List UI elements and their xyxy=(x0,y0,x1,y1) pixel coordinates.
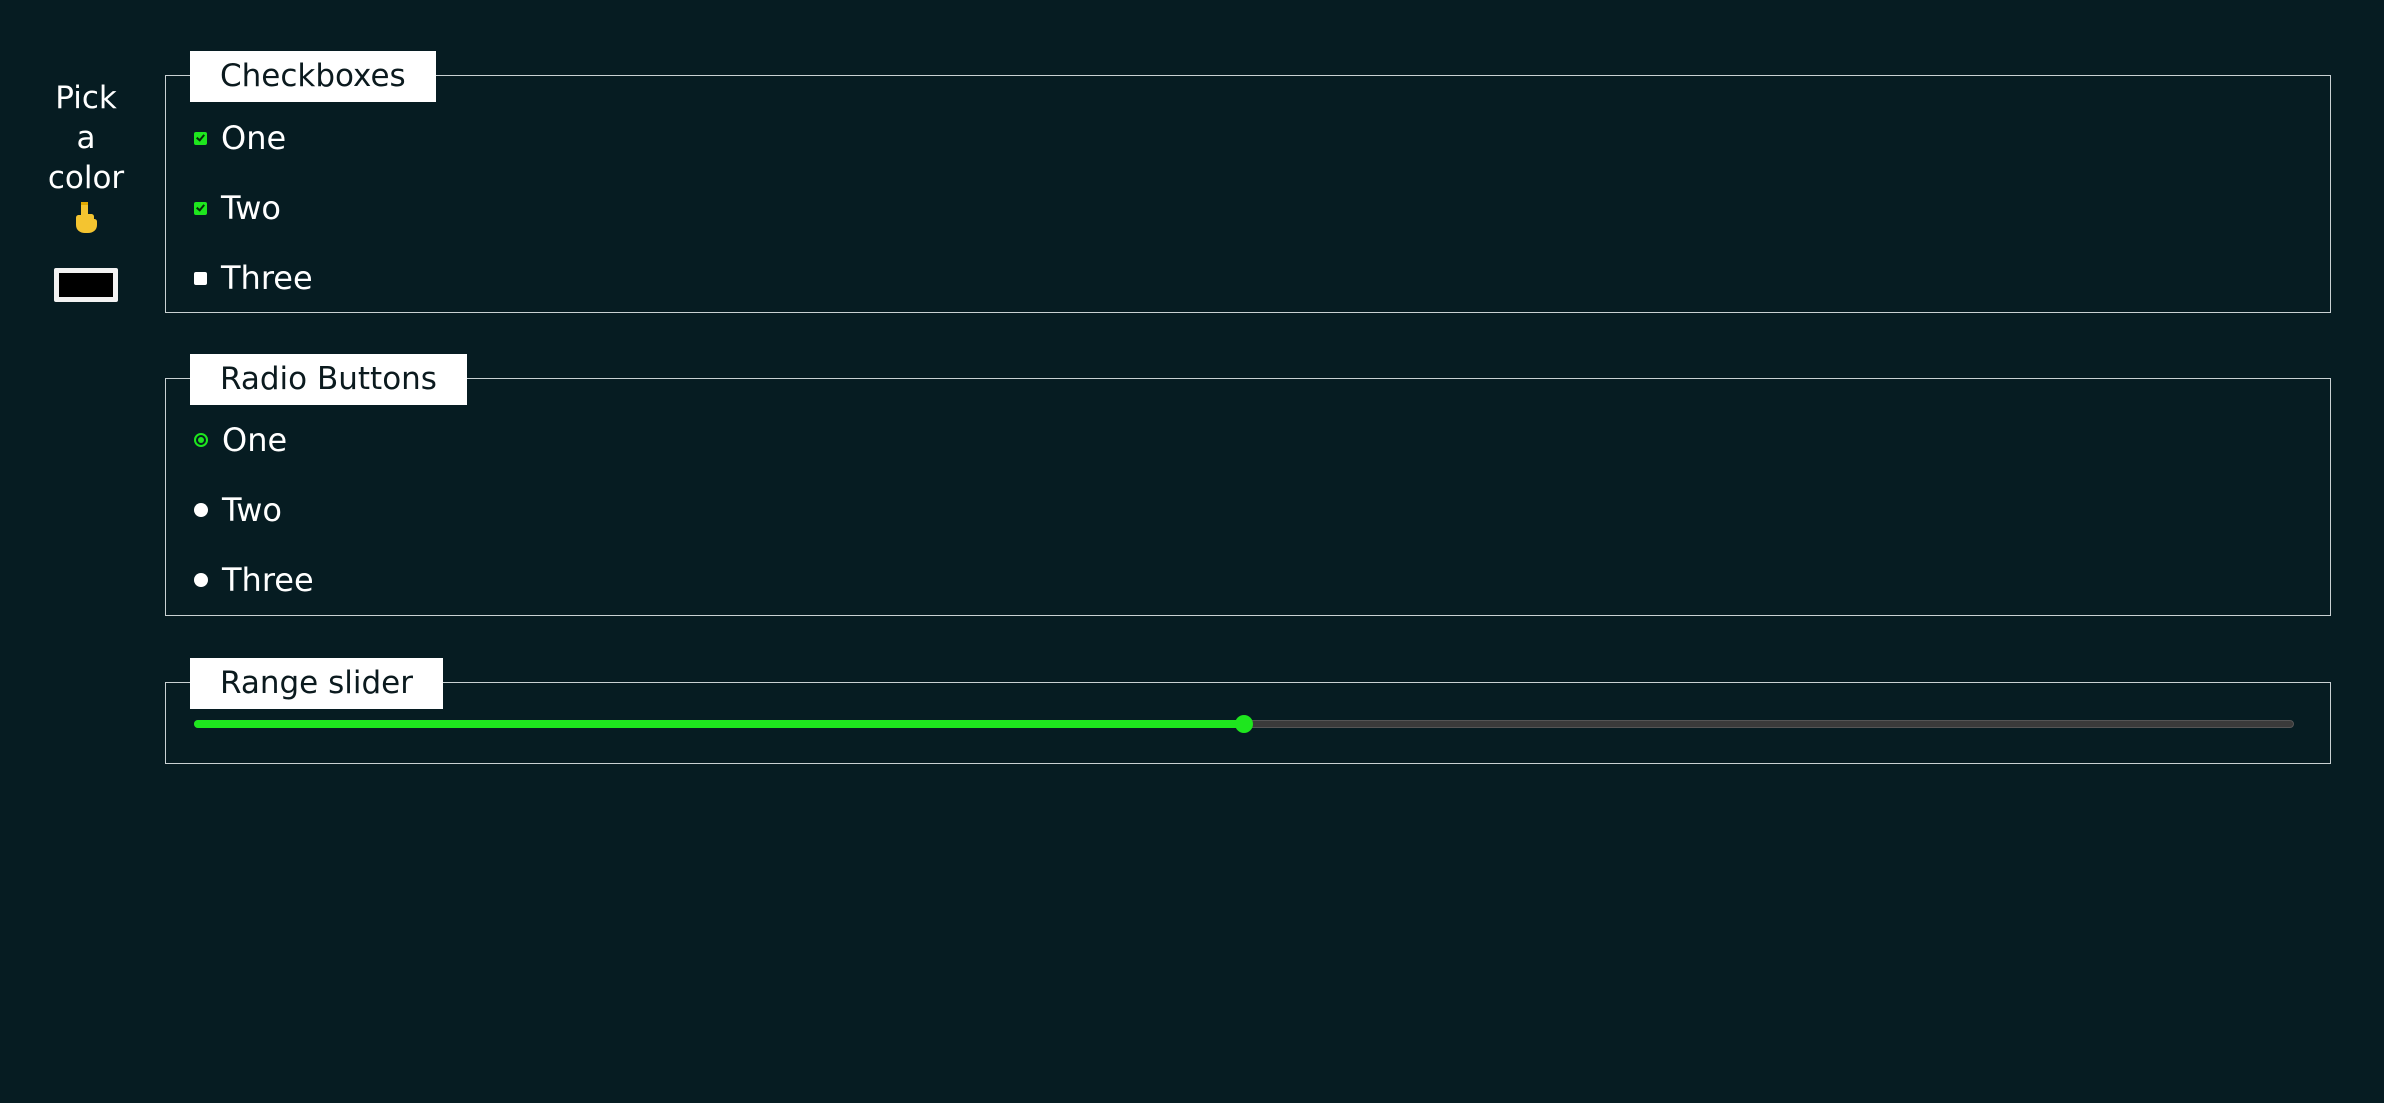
checkbox-control[interactable] xyxy=(194,201,207,215)
hand-pointing-down-icon xyxy=(76,202,97,233)
checkbox-option-two[interactable]: Two xyxy=(194,186,281,230)
color-picker-panel: Pick a color xyxy=(38,78,134,302)
checkbox-label: One xyxy=(221,119,287,157)
radio-control[interactable] xyxy=(194,433,208,447)
radio-option-three[interactable]: Three xyxy=(194,558,314,602)
range-slider-legend: Range slider xyxy=(190,658,443,709)
color-swatch-input[interactable] xyxy=(54,268,118,302)
checkboxes-fieldset: Checkboxes One Two Three xyxy=(165,51,2331,313)
radio-option-one[interactable]: One xyxy=(194,418,287,462)
radio-label: Three xyxy=(222,561,314,599)
pick-color-label-line: Pick xyxy=(55,80,117,116)
radio-control[interactable] xyxy=(194,573,208,587)
pick-color-label: Pick a color xyxy=(38,78,134,198)
slider-fill xyxy=(194,720,1244,728)
radio-buttons-fieldset: Radio Buttons One Two Three xyxy=(165,354,2331,616)
checkbox-label: Three xyxy=(221,259,313,297)
radio-control[interactable] xyxy=(194,503,208,517)
slider-thumb[interactable] xyxy=(1235,715,1253,733)
radio-label: Two xyxy=(222,491,282,529)
app-root: Pick a color Checkboxes One Two Three Ra… xyxy=(0,0,2384,1103)
pick-color-label-line: a xyxy=(76,120,96,156)
checkbox-option-one[interactable]: One xyxy=(194,116,286,160)
radio-buttons-legend: Radio Buttons xyxy=(190,354,467,405)
checkbox-control[interactable] xyxy=(194,271,207,285)
pick-color-label-line: color xyxy=(47,160,125,196)
checkboxes-legend: Checkboxes xyxy=(190,51,436,102)
range-slider-fieldset: Range slider xyxy=(165,658,2331,764)
radio-option-two[interactable]: Two xyxy=(194,488,282,532)
checkbox-option-three[interactable]: Three xyxy=(194,256,313,300)
checkbox-label: Two xyxy=(221,189,281,227)
range-slider[interactable] xyxy=(194,715,2294,733)
checkbox-control[interactable] xyxy=(194,131,207,145)
radio-label: One xyxy=(222,421,288,459)
